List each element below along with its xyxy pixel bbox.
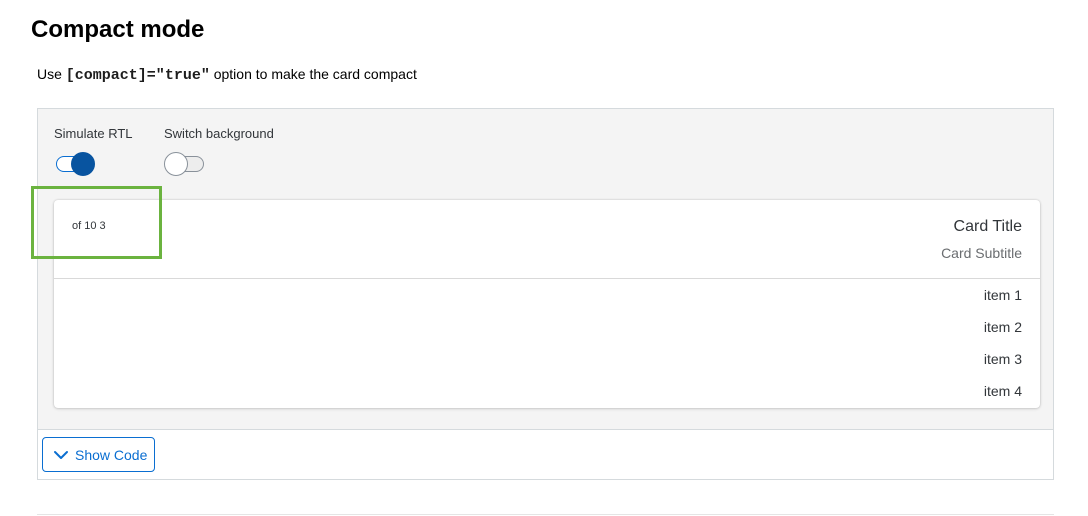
card-title: Card Title	[953, 218, 1022, 235]
page: Compact mode Use [compact]="true" option…	[0, 0, 1088, 516]
background-switch-label: Switch background	[164, 126, 274, 141]
section-description: Use [compact]="true" option to make the …	[37, 64, 417, 86]
show-code-label: Show Code	[75, 446, 148, 463]
background-switch-knob	[164, 152, 188, 176]
card: of 10 3 Card Title Card Subtitle item 1 …	[54, 200, 1040, 408]
background-switch-group: Switch background	[164, 126, 274, 178]
card-counter: of 10 3	[72, 220, 106, 232]
background-switch[interactable]	[164, 152, 206, 178]
example-preview: Simulate RTL Switch background of 10 3 C…	[38, 109, 1053, 430]
page-title: Compact mode	[31, 16, 205, 43]
rtl-switch-knob	[71, 152, 95, 176]
card-subtitle: Card Subtitle	[941, 245, 1022, 261]
description-suffix: option to make the card compact	[209, 66, 417, 82]
description-code: [compact]="true"	[65, 67, 210, 84]
list-item[interactable]: item 1	[54, 279, 1040, 311]
list-item[interactable]: item 2	[54, 311, 1040, 343]
description-prefix: Use	[37, 66, 66, 82]
rtl-switch[interactable]	[54, 152, 96, 178]
bottom-divider	[37, 514, 1054, 515]
rtl-switch-label: Simulate RTL	[54, 126, 133, 141]
rtl-switch-group: Simulate RTL	[54, 126, 133, 178]
card-list: item 1 item 2 item 3 item 4	[54, 279, 1040, 407]
chevron-down-icon	[54, 450, 68, 459]
show-code-button[interactable]: Show Code	[42, 437, 155, 472]
list-item[interactable]: item 4	[54, 375, 1040, 407]
list-item[interactable]: item 3	[54, 343, 1040, 375]
example-container: Simulate RTL Switch background of 10 3 C…	[37, 108, 1054, 480]
card-header[interactable]: of 10 3 Card Title Card Subtitle	[54, 200, 1040, 279]
